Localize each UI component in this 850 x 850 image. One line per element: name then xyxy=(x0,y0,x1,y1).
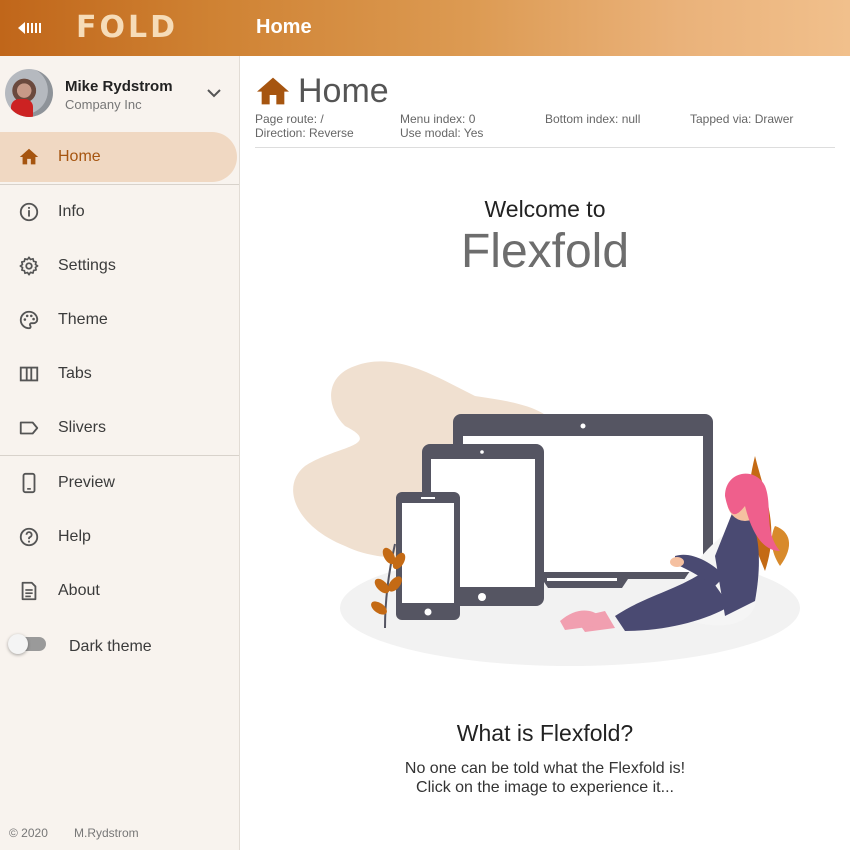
sidebar-item-label: About xyxy=(58,582,100,599)
user-name: Mike Rydstrom xyxy=(65,78,173,95)
info-direction: Direction: Reverse xyxy=(255,126,354,140)
columns-icon xyxy=(19,366,39,382)
sidebar-item-tabs[interactable]: Tabs xyxy=(0,349,239,399)
info-icon xyxy=(19,202,39,222)
dark-theme-row: Dark theme xyxy=(0,621,239,671)
info-page-route: Page route: / xyxy=(255,112,324,126)
dark-theme-toggle[interactable] xyxy=(8,634,46,654)
description-line-2: Click on the image to experience it... xyxy=(416,779,674,796)
menu-collapse-icon xyxy=(18,22,41,34)
sidebar-item-settings[interactable]: Settings xyxy=(0,241,239,291)
user-account-header[interactable]: Mike Rydstrom Company Inc xyxy=(0,56,239,130)
home-icon xyxy=(19,148,39,165)
welcome-text: Welcome to xyxy=(484,196,606,222)
home-icon xyxy=(257,77,289,105)
chevron-down-icon xyxy=(207,89,221,98)
navigation-drawer: Mike Rydstrom Company Inc Home Info Sett… xyxy=(0,56,240,850)
sidebar-item-info[interactable]: Info xyxy=(0,187,239,237)
app-bar: FOLD Home xyxy=(0,0,850,56)
gear-icon xyxy=(19,256,39,276)
dark-theme-label: Dark theme xyxy=(69,638,152,655)
user-company: Company Inc xyxy=(65,97,142,112)
sidebar-item-label: Settings xyxy=(58,257,116,274)
info-bottom-index: Bottom index: null xyxy=(545,112,641,126)
footer-author: M.Rydstrom xyxy=(74,826,139,840)
footer-copyright: © 2020 xyxy=(9,826,48,840)
sidebar-item-label: Help xyxy=(58,528,91,545)
info-use-modal: Use modal: Yes xyxy=(400,126,484,140)
document-icon xyxy=(21,581,37,601)
avatar xyxy=(5,69,53,117)
app-bar-title: Home xyxy=(256,16,312,38)
divider xyxy=(0,455,239,456)
sidebar-item-label: Preview xyxy=(58,474,115,491)
sidebar-item-label: Theme xyxy=(58,311,108,328)
info-tapped-via: Tapped via: Drawer xyxy=(690,112,794,126)
sidebar-item-about[interactable]: About xyxy=(0,566,239,616)
divider xyxy=(0,184,239,185)
help-icon xyxy=(19,527,39,547)
sidebar-item-label: Slivers xyxy=(58,419,107,436)
sidebar-item-label: Info xyxy=(58,203,85,220)
palette-icon xyxy=(19,310,39,330)
info-menu-index: Menu index: 0 xyxy=(400,112,476,126)
sidebar-item-home[interactable]: Home xyxy=(0,132,239,182)
page-title: Home xyxy=(298,72,389,110)
label-icon xyxy=(19,421,39,435)
divider xyxy=(255,147,835,148)
phone-icon xyxy=(22,472,36,494)
main-content: Home Page route: / Direction: Reverse Me… xyxy=(240,56,850,850)
sidebar-item-preview[interactable]: Preview xyxy=(0,458,239,508)
description-line-1: No one can be told what the Flexfold is! xyxy=(404,760,686,777)
collapse-menu-button[interactable] xyxy=(14,16,44,40)
section-heading: What is Flexfold? xyxy=(456,720,634,746)
sidebar-item-slivers[interactable]: Slivers xyxy=(0,403,239,453)
sidebar-item-theme[interactable]: Theme xyxy=(0,295,239,345)
devices-illustration[interactable] xyxy=(285,346,805,666)
app-logo: FOLD xyxy=(76,10,179,45)
sidebar-item-label: Home xyxy=(58,148,101,165)
sidebar-item-help[interactable]: Help xyxy=(0,512,239,562)
welcome-app-name: Flexfold xyxy=(460,225,630,278)
sidebar-item-label: Tabs xyxy=(58,365,92,382)
